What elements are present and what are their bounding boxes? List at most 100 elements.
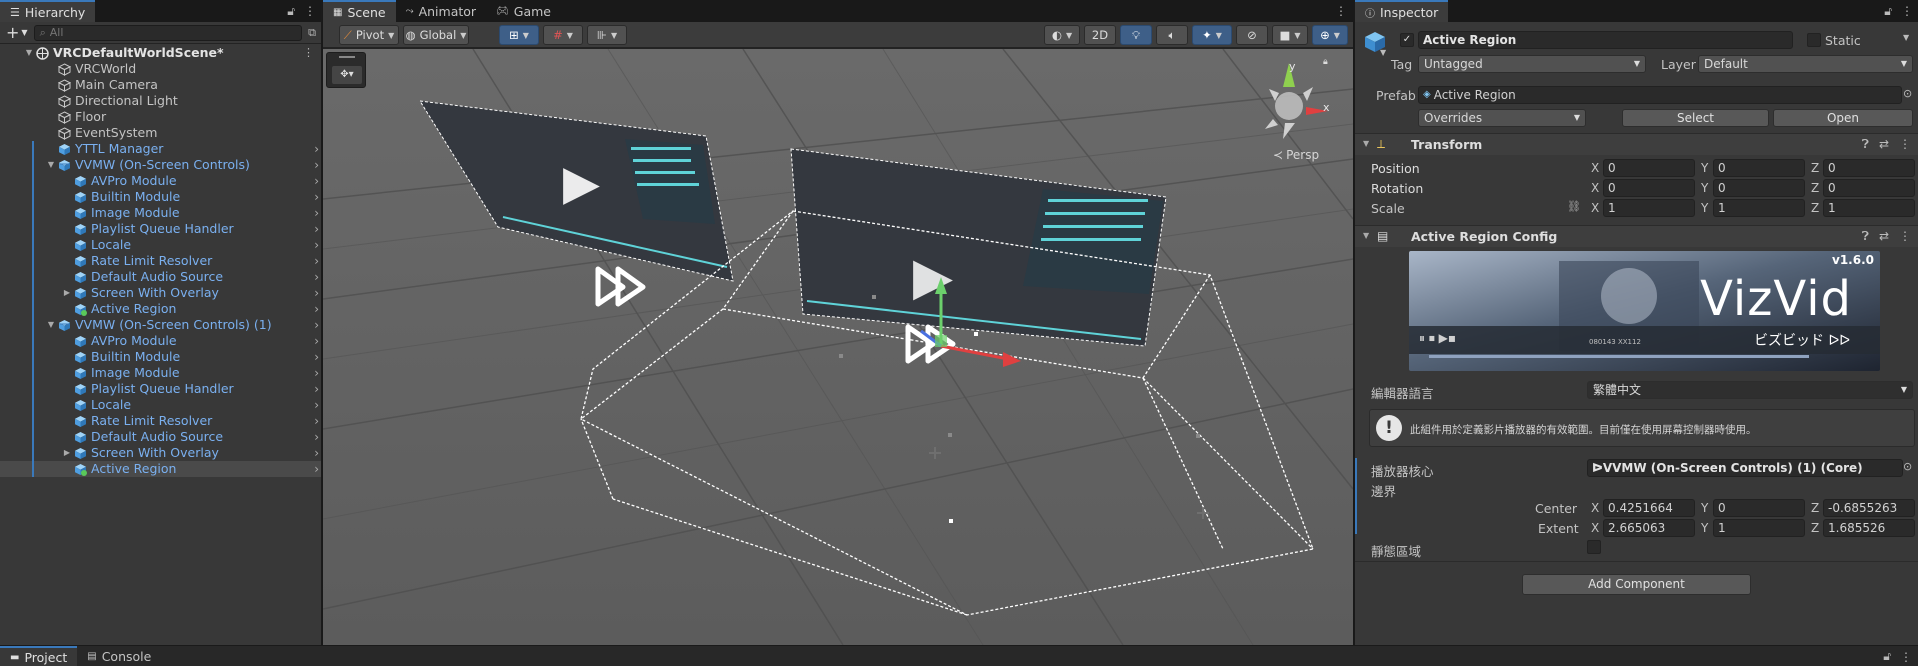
grid-snap-toggle[interactable]: ⊞ ▼ [499,25,539,45]
hierarchy-row[interactable]: YTTL Manager › [0,141,321,157]
chevron-down-icon[interactable]: ▼ [46,317,56,333]
hierarchy-row[interactable]: EventSystem [0,125,321,141]
chevron-right-icon[interactable]: › [314,365,319,381]
hierarchy-row[interactable]: ▼ VRCDefaultWorldScene* ⋮ [0,45,321,61]
grid-visibility-toggle[interactable]: # ▼ [543,25,583,45]
gizmos-dropdown[interactable]: ⊕ ▼ [1312,25,1348,45]
hierarchy-row[interactable]: Main Camera [0,77,321,93]
more-menu-icon[interactable]: ⋮ [303,45,314,61]
center-y-field[interactable]: 0 [1713,499,1805,517]
tab-project[interactable]: ▬ Project [0,646,78,666]
chevron-right-icon[interactable]: › [314,381,319,397]
hierarchy-row[interactable]: Rate Limit Resolver › [0,413,321,429]
tab-game[interactable]: 🎮︎ Game [486,0,561,22]
tab-scene[interactable]: ▦ Scene [323,0,396,22]
chevron-right-icon[interactable]: › [314,397,319,413]
rotation-z-field[interactable]: 0 [1823,179,1915,197]
rotation-x-field[interactable]: 0 [1603,179,1695,197]
hierarchy-row[interactable]: ▼ VVMW (On-Screen Controls) › [0,157,321,173]
chevron-right-icon[interactable]: › [314,237,319,253]
help-icon[interactable]: ❓︎ [1862,229,1869,244]
extent-z-field[interactable]: 1.685526 [1823,519,1915,537]
effects-dropdown[interactable]: ✦ ▼ [1192,25,1232,45]
increment-snap-toggle[interactable]: ⊪ ▼ [587,25,627,45]
tab-hierarchy[interactable]: ☰ Hierarchy [0,0,96,22]
hierarchy-row[interactable]: ▼ VVMW (On-Screen Controls) (1) › [0,317,321,333]
create-button[interactable]: + ▼ [6,24,28,41]
drag-handle-icon[interactable] [339,56,355,58]
hierarchy-row[interactable]: Playlist Queue Handler › [0,381,321,397]
active-checkbox[interactable]: ✓ [1400,33,1414,47]
object-picker-icon[interactable]: ⊙ [1903,87,1912,100]
hierarchy-row[interactable]: VRCWorld [0,61,321,77]
hierarchy-row[interactable]: Default Audio Source › [0,429,321,445]
chevron-right-icon[interactable]: › [314,285,319,301]
audio-toggle[interactable]: 🔈︎ [1156,25,1188,45]
hierarchy-row[interactable]: Locale › [0,397,321,413]
extent-x-field[interactable]: 2.665063 [1603,519,1695,537]
chevron-right-icon[interactable]: ▶ [62,285,72,301]
chevron-right-icon[interactable]: › [314,205,319,221]
hierarchy-row[interactable]: Image Module › [0,205,321,221]
chevron-right-icon[interactable]: › [314,221,319,237]
mode-2d-toggle[interactable]: 2D [1084,25,1116,45]
object-picker-icon[interactable]: ⊙ [1903,460,1912,473]
global-dropdown[interactable]: ◍ Global ▼ [403,25,469,45]
scale-x-field[interactable]: 1 [1603,199,1695,217]
chevron-down-icon[interactable]: ▼ [1903,33,1909,42]
lighting-toggle[interactable]: 💡︎ [1120,25,1152,45]
overrides-dropdown[interactable]: Overrides ▼ [1418,109,1586,127]
preset-icon[interactable]: ⇄ [1879,229,1889,244]
rotation-y-field[interactable]: 0 [1713,179,1805,197]
prefab-field[interactable]: ◈ Active Region [1418,86,1902,104]
more-menu-icon[interactable]: ⋮ [1899,229,1911,244]
chevron-right-icon[interactable]: ▶ [62,445,72,461]
tab-inspector[interactable]: ⓘ Inspector [1355,0,1449,22]
hierarchy-row[interactable]: Floor [0,109,321,125]
scene-visibility-icon[interactable]: ⧉ [308,26,316,40]
select-button[interactable]: Select [1622,109,1769,127]
help-icon[interactable]: ❓︎ [1862,137,1869,152]
hierarchy-row[interactable]: Active Region › [0,301,321,317]
add-component-button[interactable]: Add Component [1522,574,1751,595]
position-y-field[interactable]: 0 [1713,159,1805,177]
hierarchy-row[interactable]: Image Module › [0,365,321,381]
extent-y-field[interactable]: 1 [1713,519,1805,537]
hierarchy-row[interactable]: Default Audio Source › [0,269,321,285]
camera-dropdown[interactable]: ■ ▼ [1272,25,1308,45]
more-menu-icon[interactable]: ⋮ [1901,4,1913,18]
chevron-down-icon[interactable]: ▼ [24,45,34,61]
hierarchy-row[interactable]: Builtin Module › [0,189,321,205]
chevron-right-icon[interactable]: › [314,445,319,461]
lock-icon[interactable]: 🔓︎ [1884,4,1892,19]
more-menu-icon[interactable]: ⋮ [1335,4,1347,18]
chevron-right-icon[interactable]: › [314,333,319,349]
chevron-right-icon[interactable]: › [314,141,319,157]
hierarchy-row[interactable]: Directional Light [0,93,321,109]
position-x-field[interactable]: 0 [1603,159,1695,177]
shading-mode-dropdown[interactable]: ◐ ▼ [1044,25,1080,45]
hierarchy-row[interactable]: ▶ Screen With Overlay › [0,285,321,301]
hierarchy-row[interactable]: Rate Limit Resolver › [0,253,321,269]
lock-icon[interactable]: 🔓︎ [1883,649,1891,664]
chevron-right-icon[interactable]: › [314,301,319,317]
chevron-down-icon[interactable]: ▼ [46,157,56,173]
hierarchy-search-input[interactable] [49,26,297,39]
pivot-dropdown[interactable]: ⟋ Pivot ▼ [339,25,399,45]
chevron-right-icon[interactable]: › [314,253,319,269]
center-x-field[interactable]: 0.4251664 [1603,499,1695,517]
tab-animator[interactable]: ⤳ Animator [396,0,486,22]
hierarchy-row[interactable]: Playlist Queue Handler › [0,221,321,237]
scale-z-field[interactable]: 1 [1823,199,1915,217]
hierarchy-row[interactable]: ▶ Screen With Overlay › [0,445,321,461]
static-checkbox[interactable] [1807,33,1821,47]
hierarchy-row[interactable]: Active Region › [0,461,321,477]
persp-toggle[interactable]: ≺ Persp [1273,148,1319,162]
chevron-right-icon[interactable]: › [314,157,319,173]
chevron-right-icon[interactable]: › [314,317,319,333]
more-menu-icon[interactable]: ⋮ [1899,137,1911,152]
chevron-right-icon[interactable]: › [314,189,319,205]
scene-viewport[interactable]: ▶ ▶ y x 🔒︎ ≺ Persp ✥▾ [323,49,1353,645]
chevron-right-icon[interactable]: › [314,413,319,429]
core-field[interactable]: ᐅVVMW (On-Screen Controls) (1) (Core) [1587,459,1903,477]
